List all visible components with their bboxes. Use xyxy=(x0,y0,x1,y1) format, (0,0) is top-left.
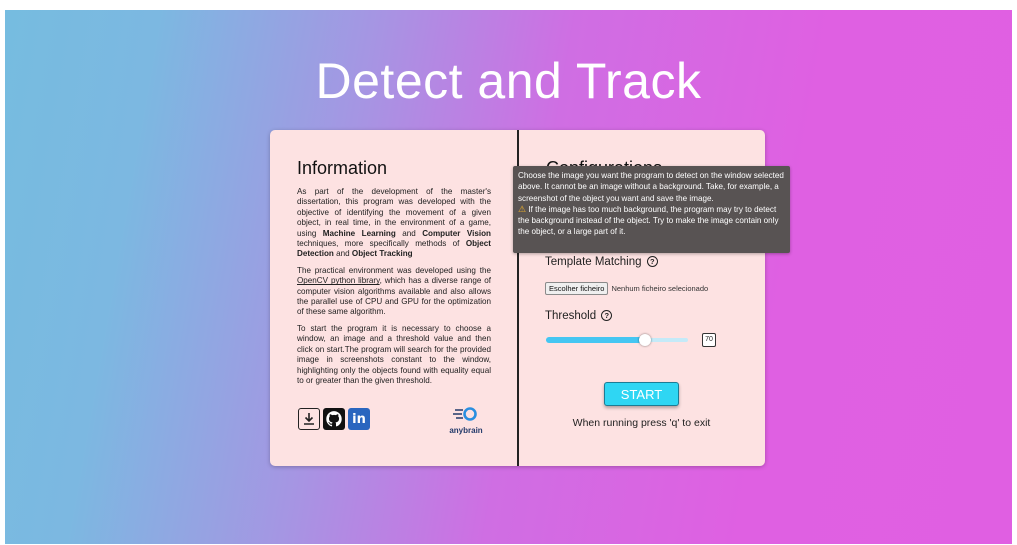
file-input: Escolher ficheiro Nenhum ficheiro seleci… xyxy=(545,282,708,295)
help-icon[interactable]: ? xyxy=(646,256,658,267)
info-paragraph-2: The practical environment was developed … xyxy=(297,266,491,318)
slider-fill xyxy=(546,337,646,343)
text-run: and xyxy=(395,228,423,238)
info-paragraph-3: To start the program it is necessary to … xyxy=(297,323,491,385)
library-link[interactable]: OpenCV python library xyxy=(297,276,380,285)
template-matching-text: Template Matching xyxy=(545,256,642,268)
text-run: techniques, more specifically methods of xyxy=(297,239,466,249)
bold-term: Computer Vision xyxy=(422,228,491,238)
github-icon[interactable] xyxy=(323,408,345,430)
template-matching-label: Template Matching ? xyxy=(545,256,658,268)
text-run: The practical environment was developed … xyxy=(297,265,491,275)
social-icons: in xyxy=(298,408,370,430)
information-panel: Information As part of the development o… xyxy=(297,158,491,392)
start-button[interactable]: START xyxy=(604,382,679,406)
tooltip-text-2: If the image has too much background, th… xyxy=(518,204,779,237)
logo-text: anybrain xyxy=(449,426,483,435)
slider-thumb[interactable] xyxy=(639,334,652,346)
page-title: Detect and Track xyxy=(315,53,702,109)
text-run: and xyxy=(333,249,352,259)
warning-icon: ⚠ xyxy=(518,203,527,214)
tooltip-text-1: Choose the image you want the program to… xyxy=(518,171,784,203)
information-heading: Information xyxy=(297,158,388,178)
threshold-text: Threshold xyxy=(545,310,597,322)
exit-note: When running press 'q' to exit xyxy=(572,417,711,429)
help-icon[interactable]: ? xyxy=(601,310,613,321)
anybrain-logo-mark xyxy=(453,407,477,421)
help-tooltip: Choose the image you want the program to… xyxy=(513,166,790,253)
page-background: Detect and Track Information As part of … xyxy=(5,10,1012,544)
threshold-label: Threshold ? xyxy=(545,310,613,322)
choose-file-button[interactable]: Escolher ficheiro xyxy=(545,282,609,295)
threshold-slider[interactable] xyxy=(546,334,688,346)
download-icon[interactable] xyxy=(298,408,320,430)
linkedin-icon[interactable]: in xyxy=(348,408,370,430)
file-status: Nenhum ficheiro selecionado xyxy=(611,284,709,293)
bold-term: Machine Learning xyxy=(322,228,396,238)
anybrain-logo: anybrain xyxy=(446,406,486,435)
threshold-value[interactable]: 70 xyxy=(702,333,716,347)
info-paragraph-1: As part of the development of the master… xyxy=(297,187,491,260)
bold-term: Object Tracking xyxy=(351,249,413,259)
